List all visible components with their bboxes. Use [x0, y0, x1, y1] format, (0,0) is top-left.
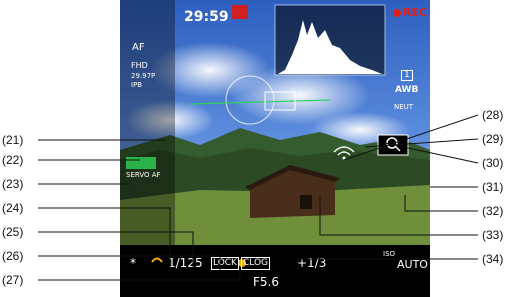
callout-23: (23)	[2, 177, 24, 191]
callout-33: (33)	[482, 228, 504, 242]
callout-34: (34)	[482, 252, 504, 266]
callout-22: (22)	[2, 153, 24, 167]
callout-25: (25)	[2, 225, 24, 239]
callout-27: (27)	[2, 273, 24, 287]
callout-26: (26)	[2, 249, 24, 263]
callout-31: (31)	[482, 180, 504, 194]
camera-live-view-diagram: 29:59 REC AF FHD 29.97P IPB SERVO AF 1 A…	[0, 0, 532, 297]
callout-30: (30)	[482, 156, 504, 170]
callout-24: (24)	[2, 201, 24, 215]
callout-29: (29)	[482, 132, 504, 146]
leader-lines	[38, 114, 479, 281]
callout-32: (32)	[482, 204, 504, 218]
callout-21: (21)	[2, 133, 24, 147]
callout-28: (28)	[482, 108, 504, 122]
